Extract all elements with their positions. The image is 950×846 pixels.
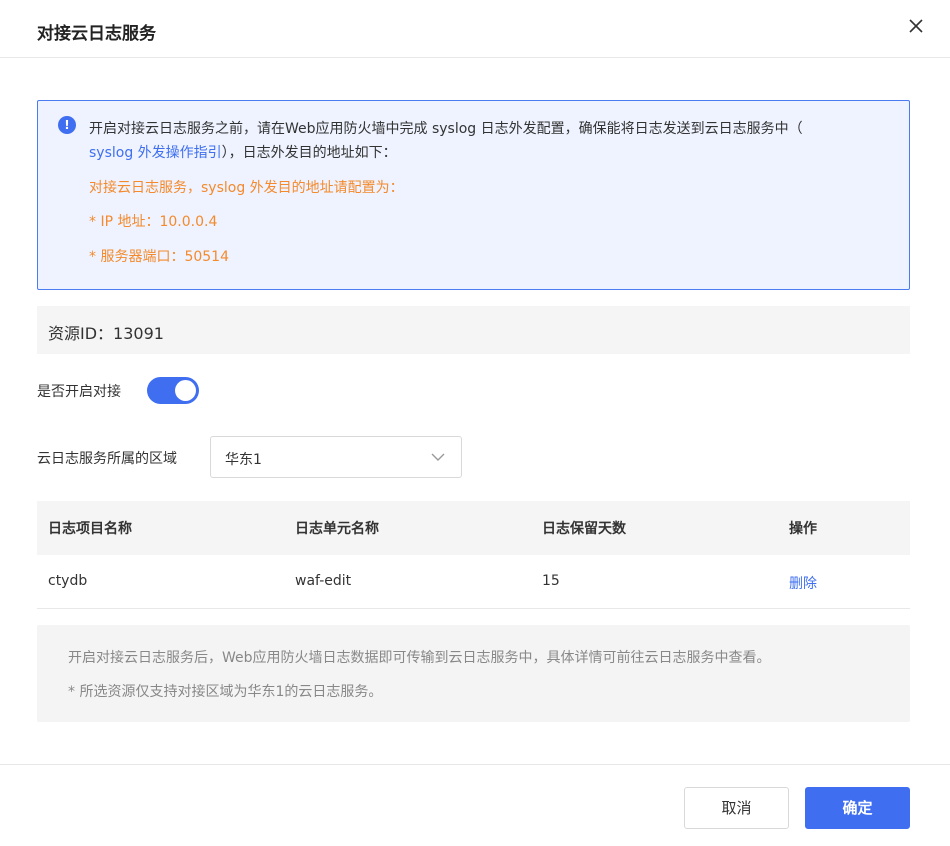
confirm-button[interactable]: 确定 bbox=[805, 787, 910, 829]
table-header: 日志项目名称 日志单元名称 日志保留天数 操作 bbox=[37, 501, 910, 555]
enable-integration-toggle[interactable] bbox=[147, 377, 199, 404]
dialog-header: 对接云日志服务 bbox=[0, 0, 950, 58]
delete-link[interactable]: 删除 bbox=[789, 573, 817, 593]
region-select-value: 华东1 bbox=[225, 452, 262, 468]
cell-retention-days: 15 bbox=[542, 573, 560, 589]
info-text-line2: * 所选资源仅支持对接区域为华东1的云日志服务。 bbox=[68, 684, 383, 700]
close-icon bbox=[909, 19, 923, 33]
info-box: 开启对接云日志服务后，Web应用防火墙日志数据即可传输到云日志服务中，具体详情可… bbox=[37, 625, 910, 722]
column-header-action: 操作 bbox=[789, 521, 817, 537]
column-header-retention: 日志保留天数 bbox=[542, 521, 626, 537]
resource-id: 资源ID：13091 bbox=[48, 324, 164, 343]
column-header-project: 日志项目名称 bbox=[48, 521, 132, 537]
toggle-label: 是否开启对接 bbox=[37, 384, 121, 400]
table-row: ctydb waf-edit 15 删除 bbox=[37, 555, 910, 609]
close-button[interactable] bbox=[904, 14, 928, 38]
column-header-unit: 日志单元名称 bbox=[295, 521, 379, 537]
cell-unit-name: waf-edit bbox=[295, 573, 352, 589]
notice-ip-address: * IP 地址：10.0.0.4 bbox=[89, 214, 218, 230]
dialog: 对接云日志服务 ! 开启对接云日志服务之前，请在Web应用防火墙中完成 sysl… bbox=[0, 0, 950, 846]
chevron-down-icon bbox=[431, 453, 445, 461]
region-label: 云日志服务所属的区域 bbox=[37, 451, 177, 467]
notice-text-tail: ），日志外发目的地址如下： bbox=[221, 145, 397, 161]
log-table: 日志项目名称 日志单元名称 日志保留天数 操作 ctydb waf-edit 1… bbox=[37, 501, 910, 609]
notice-text-line2: syslog 外发操作指引），日志外发目的地址如下： bbox=[89, 142, 397, 162]
cell-project-name: ctydb bbox=[48, 573, 88, 589]
toggle-knob bbox=[175, 380, 196, 401]
syslog-guide-link[interactable]: syslog 外发操作指引 bbox=[89, 145, 222, 161]
resource-bar: 资源ID：13091 bbox=[37, 306, 910, 354]
dialog-title: 对接云日志服务 bbox=[37, 24, 156, 44]
exclamation-circle-icon: ! bbox=[58, 116, 76, 134]
notice-server-port: * 服务器端口：50514 bbox=[89, 249, 229, 265]
info-text-line1: 开启对接云日志服务后，Web应用防火墙日志数据即可传输到云日志服务中，具体详情可… bbox=[68, 650, 771, 666]
notice-box: ! 开启对接云日志服务之前，请在Web应用防火墙中完成 syslog 日志外发配… bbox=[37, 100, 910, 290]
notice-config-title: 对接云日志服务，syslog 外发目的地址请配置为： bbox=[89, 180, 404, 196]
cancel-button[interactable]: 取消 bbox=[684, 787, 789, 829]
dialog-footer: 取消 确定 bbox=[0, 764, 950, 846]
region-select[interactable]: 华东1 bbox=[210, 436, 462, 478]
notice-text-line1: 开启对接云日志服务之前，请在Web应用防火墙中完成 syslog 日志外发配置，… bbox=[89, 121, 803, 137]
